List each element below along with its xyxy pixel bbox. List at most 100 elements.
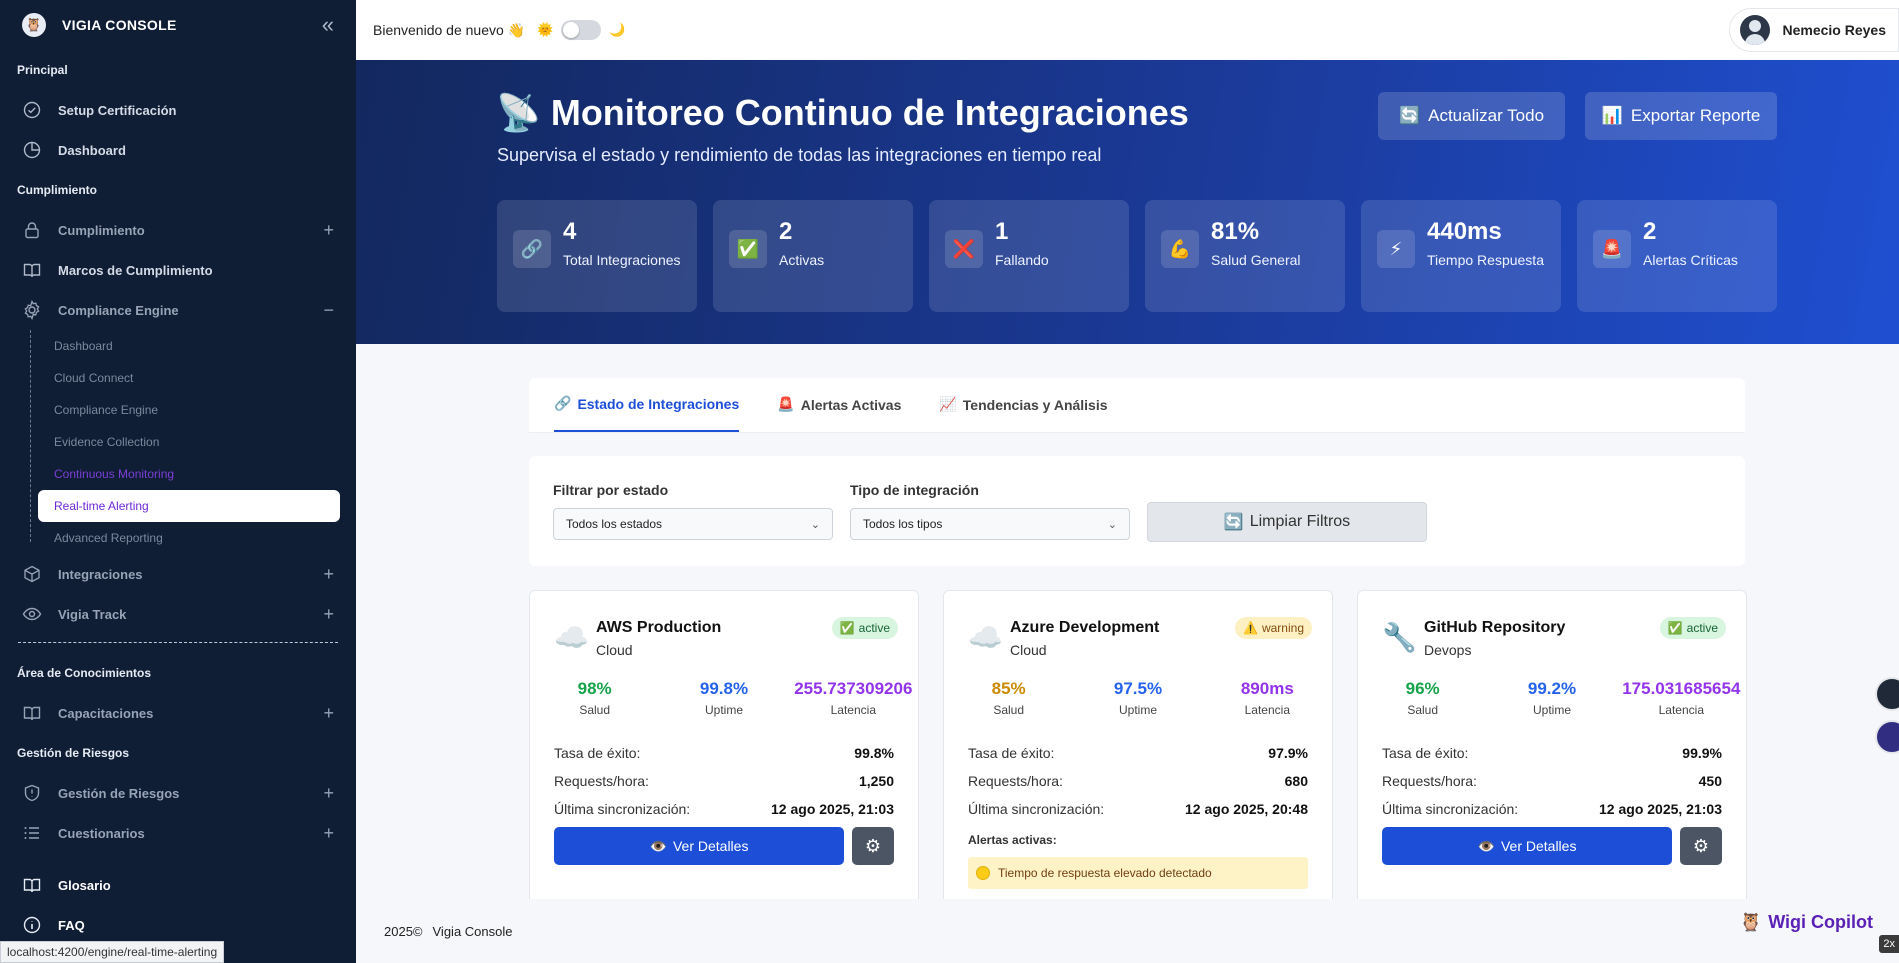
detail-row-requests: Requests/hora: 1,250 [554, 767, 894, 795]
metric-latencia: 890ms Latencia [1203, 679, 1332, 717]
cube-icon [22, 564, 42, 584]
submenu-item-dashboard[interactable]: Dashboard [30, 330, 356, 362]
submenu-item-continuous-monitoring[interactable]: Continuous Monitoring [30, 458, 356, 490]
integration-card-aws: ☁️ AWS Production Cloud ✅ active 98% Salu… [529, 590, 919, 899]
info-icon [22, 915, 42, 935]
sidebar-item-vigia-track[interactable]: Vigia Track + [0, 594, 356, 634]
view-details-button[interactable]: 👁️ Ver Detalles [554, 827, 844, 865]
submenu-item-compliance-engine[interactable]: Compliance Engine [30, 394, 356, 426]
sidebar-item-cuestionarios[interactable]: Cuestionarios + [0, 813, 356, 853]
submenu-item-evidence-collection[interactable]: Evidence Collection [30, 426, 356, 458]
active-alerts-title: Alertas activas: [968, 833, 1057, 847]
top-bar: Bienvenido de nuevo 👋 🌞 🌙 Nemecio Reyes [356, 0, 1899, 60]
tab-alertas-activas[interactable]: 🚨 Alertas Activas [777, 377, 901, 432]
integration-name: Azure Development [1010, 619, 1160, 636]
metric-latencia: 255.737309206 Latencia [789, 679, 918, 717]
stat-label: Alertas Críticas [1643, 252, 1738, 268]
expand-plus-icon[interactable]: + [323, 604, 334, 625]
stat-card-activas: ✅ 2 Activas [713, 200, 913, 312]
view-details-button[interactable]: 👁️ Ver Detalles [1382, 827, 1672, 865]
collapse-sidebar-icon[interactable]: « [322, 12, 334, 38]
export-report-button[interactable]: 📊 Exportar Reporte [1585, 92, 1777, 140]
integration-type: Devops [1424, 642, 1472, 658]
submenu-item-cloud-connect[interactable]: Cloud Connect [30, 362, 356, 394]
tab-estado-integraciones[interactable]: 🔗 Estado de Integraciones [554, 377, 740, 432]
submenu-item-advanced-reporting[interactable]: Advanced Reporting [30, 522, 356, 554]
status-select[interactable]: Todos los estados ⌄ [553, 508, 833, 540]
chevron-down-icon: ⌄ [1107, 518, 1117, 531]
metric-value: 890ms [1240, 679, 1294, 698]
sidebar-item-capacitaciones[interactable]: Capacitaciones + [0, 693, 356, 733]
settings-button[interactable]: ⚙ [1680, 827, 1722, 865]
detail-label: Última sincronización: [1382, 801, 1519, 817]
page-subtitle: Supervisa el estado y rendimiento de tod… [497, 145, 1102, 165]
sidebar-item-dashboard[interactable]: Dashboard [0, 130, 356, 170]
stat-card-fallando: ❌ 1 Fallando [929, 200, 1129, 312]
section-conocimientos: Área de Conocimientos [17, 666, 152, 680]
sidebar-item-glosario[interactable]: Glosario [0, 865, 356, 905]
eye-icon [22, 604, 42, 624]
tab-tendencias[interactable]: 📈 Tendencias y Análisis [939, 377, 1107, 432]
cloud-icon: ☁️ [554, 622, 589, 653]
refresh-all-button[interactable]: 🔄 Actualizar Todo [1378, 92, 1565, 140]
alert-item[interactable]: Tiempo de respuesta elevado detectado [968, 857, 1308, 889]
cloud-icon: ☁️ [968, 622, 1003, 653]
sidebar-item-setup[interactable]: Setup Certificación [0, 90, 356, 130]
refresh-icon: 🔄 [1223, 514, 1244, 531]
metrics-row: 85% Salud 97.5% Uptime 890ms Latencia [944, 679, 1332, 717]
metric-label: Uptime [1118, 703, 1157, 717]
submenu-item-real-time-alerting[interactable]: Real-time Alerting [38, 490, 340, 522]
eye-icon: 👁️ [1477, 837, 1495, 854]
sidebar-item-label: Capacitaciones [58, 705, 154, 721]
collapse-minus-icon[interactable]: − [323, 300, 334, 321]
metric-label: Latencia [830, 703, 876, 717]
clear-filters-button[interactable]: 🔄 Limpiar Filtros [1147, 502, 1427, 542]
detail-label: Requests/hora: [554, 773, 649, 789]
theme-switch[interactable] [561, 20, 602, 40]
status-select-value: Todos los estados [566, 517, 663, 531]
detail-row-sync: Última sincronización: 12 ago 2025, 21:03 [1382, 795, 1722, 823]
sidebar-item-integraciones[interactable]: Integraciones + [0, 554, 356, 594]
check-circle-icon [22, 100, 42, 120]
detail-label: Última sincronización: [554, 801, 691, 817]
type-select[interactable]: Todos los tipos ⌄ [850, 508, 1130, 540]
theme-toggle[interactable]: 🌞 🌙 [537, 20, 625, 40]
sidebar-item-cumplimiento[interactable]: Cumplimiento + [0, 210, 356, 250]
stat-card-total: 🔗 4 Total Integraciones [497, 200, 697, 312]
sidebar-item-compliance-engine[interactable]: Compliance Engine − [0, 290, 356, 330]
user-menu[interactable]: Nemecio Reyes [1729, 8, 1899, 52]
detail-value: 450 [1698, 773, 1722, 789]
brand-name: VIGIA CONSOLE [62, 17, 177, 33]
metric-value: 175.031685654 [1622, 679, 1741, 698]
sidebar: 🦉 VIGIA CONSOLE « Principal Setup Certif… [0, 0, 356, 963]
sidebar-item-marcos[interactable]: Marcos de Cumplimiento [0, 250, 356, 290]
sidebar-item-faq[interactable]: FAQ [0, 905, 356, 945]
detail-value: 1,250 [858, 773, 894, 789]
filter-status-label: Filtrar por estado [553, 482, 669, 498]
tab-label: Alertas Activas [800, 396, 902, 413]
expand-plus-icon[interactable]: + [323, 783, 334, 804]
expand-plus-icon[interactable]: + [323, 703, 334, 724]
metric-value: 255.737309206 [794, 679, 913, 698]
expand-plus-icon[interactable]: + [323, 823, 334, 844]
metric-uptime: 97.5% Uptime [1073, 679, 1202, 717]
clear-filters-label: Limpiar Filtros [1249, 513, 1351, 530]
settings-button[interactable]: ⚙ [852, 827, 894, 865]
refresh-all-label: Actualizar Todo [1428, 106, 1545, 125]
hero-banner: 📡 Monitoreo Continuo de Integraciones Su… [356, 60, 1899, 344]
sidebar-item-label: Compliance Engine [58, 302, 179, 318]
sidebar-item-label: Gestión de Riesgos [58, 785, 180, 801]
expand-plus-icon[interactable]: + [323, 564, 334, 585]
sidebar-item-gestion-riesgos[interactable]: Gestión de Riesgos + [0, 773, 356, 813]
integration-name: AWS Production [596, 619, 722, 636]
stat-label: Activas [779, 252, 825, 268]
expand-plus-icon[interactable]: + [323, 220, 334, 241]
copilot-button[interactable]: 🦉 Wigi Copilot [1740, 912, 1873, 933]
sidebar-item-label: FAQ [58, 917, 85, 933]
details-list: Tasa de éxito: 99.8% Requests/hora: 1,250 … [554, 739, 894, 823]
metric-value: 97.5% [1113, 679, 1163, 698]
brand[interactable]: 🦉 VIGIA CONSOLE « [0, 0, 356, 50]
detail-label: Tasa de éxito: [1382, 745, 1469, 761]
sidebar-divider [18, 642, 338, 643]
tab-bar: 🔗 Estado de Integraciones 🚨 Alertas Acti… [529, 378, 1745, 433]
